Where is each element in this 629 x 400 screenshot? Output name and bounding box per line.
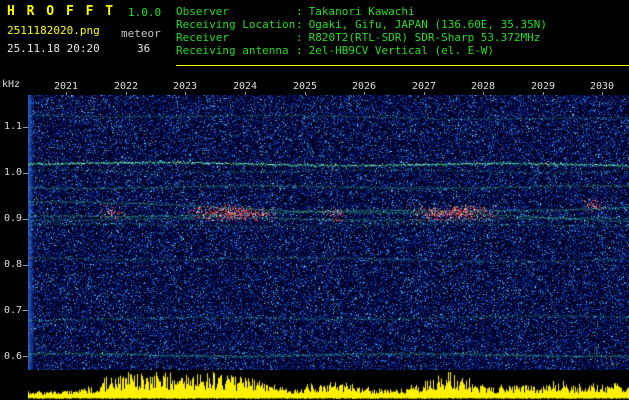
info-label: Observer [176, 5, 229, 18]
info-label: Receiver [176, 31, 229, 44]
info-separator: : [296, 44, 303, 57]
y-tick-label: 1.0 [3, 167, 22, 178]
header-underline [176, 65, 629, 66]
info-separator: : [296, 5, 303, 18]
y-axis-unit: kHz [2, 79, 21, 90]
info-value: Ogaki, Gifu, JAPAN (136.60E, 35.35N) [308, 18, 548, 31]
x-tick-label: 2029 [530, 81, 556, 92]
station-info: Observer: Takanori Kawachi Receiving Loca… [176, 5, 547, 57]
datetime-label: 25.11.18 20:20 [7, 42, 100, 55]
x-tick-label: 2025 [292, 81, 318, 92]
mode-label: meteor [121, 27, 161, 40]
info-row-receiver: Receiver: R820T2(RTL-SDR) SDR-Sharp 53.37… [176, 31, 547, 44]
hrofft-output: H R O F F T 1.0.0 2511182020.png meteor … [0, 0, 629, 400]
app-title: H R O F F T [7, 4, 116, 19]
info-value: R820T2(RTL-SDR) SDR-Sharp 53.372MHz [308, 31, 541, 44]
output-filename: 2511182020.png [7, 24, 100, 37]
x-tick-label: 2026 [351, 81, 377, 92]
y-tick-label: 0.7 [3, 305, 22, 316]
info-row-antenna: Receiving antenna:2el-HB9CV Vertical (el… [176, 44, 547, 57]
echo-count: 36 [137, 42, 151, 55]
y-tick-label: 0.6 [3, 351, 22, 362]
y-tick-label: 0.8 [3, 259, 22, 270]
info-value: Takanori Kawachi [308, 5, 415, 18]
info-value: 2el-HB9CV Vertical (el. E-W) [308, 44, 495, 57]
x-tick-label: 2023 [172, 81, 198, 92]
x-tick-label: 2024 [232, 81, 258, 92]
info-label: Receiving antenna [176, 44, 289, 57]
amplitude-plot [28, 370, 629, 400]
spectrogram [28, 95, 629, 370]
y-tick-label: 0.9 [3, 213, 22, 224]
info-separator: : [296, 18, 303, 31]
info-row-location: Receiving Location: Ogaki, Gifu, JAPAN (1… [176, 18, 547, 31]
x-tick-label: 2021 [53, 81, 79, 92]
x-tick-label: 2030 [589, 81, 615, 92]
x-tick-label: 2027 [411, 81, 437, 92]
info-row-observer: Observer: Takanori Kawachi [176, 5, 547, 18]
y-tick-label: 1.1 [3, 121, 22, 132]
app-version: 1.0.0 [128, 6, 162, 19]
x-tick-label: 2028 [470, 81, 496, 92]
info-separator: : [296, 31, 303, 44]
info-label: Receiving Location [176, 18, 296, 31]
x-tick-label: 2022 [113, 81, 139, 92]
